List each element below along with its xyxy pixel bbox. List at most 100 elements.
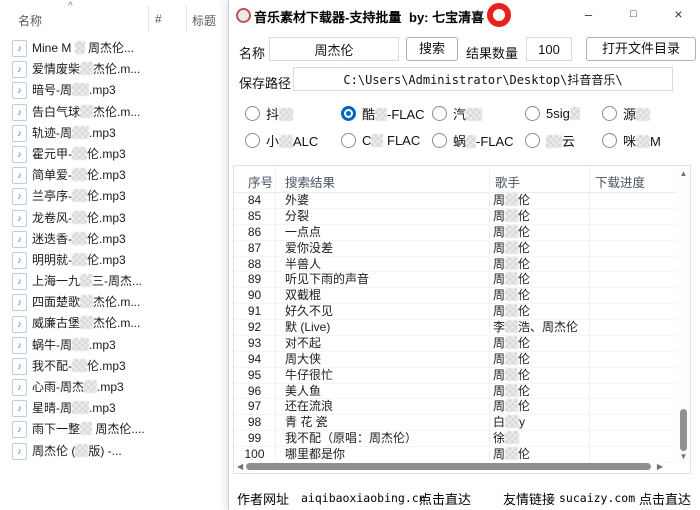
source-radio-option[interactable]: 蜗-FLAC bbox=[432, 132, 514, 148]
radio-unselected-icon[interactable] bbox=[341, 133, 356, 148]
file-item[interactable]: ♪明明就-伦.mp3 bbox=[0, 250, 222, 271]
cell-progress bbox=[589, 304, 678, 319]
file-item[interactable]: ♪兰亭序-伦.mp3 bbox=[0, 186, 222, 207]
table-row[interactable]: 89听见下雨的声音周伦 bbox=[234, 272, 678, 288]
table-row[interactable]: 93对不起周伦 bbox=[234, 336, 678, 352]
table-row[interactable]: 87爱你没差周伦 bbox=[234, 241, 678, 257]
cell-progress bbox=[589, 352, 678, 367]
file-item[interactable]: ♪暗号-周.mp3 bbox=[0, 80, 222, 101]
source-radio-option[interactable]: 抖 bbox=[245, 105, 293, 121]
file-item[interactable]: ♪心雨-周杰.mp3 bbox=[0, 377, 222, 398]
table-row[interactable]: 98青 花 瓷白y bbox=[234, 415, 678, 431]
file-item[interactable]: ♪我不配-伦.mp3 bbox=[0, 356, 222, 377]
radio-unselected-icon[interactable] bbox=[525, 106, 540, 121]
file-item[interactable]: ♪四面楚歌杰伦.m... bbox=[0, 292, 222, 313]
file-item[interactable]: ♪告白气球杰伦.m... bbox=[0, 102, 222, 123]
table-row[interactable]: 86一点点周伦 bbox=[234, 225, 678, 241]
cell-no: 92 bbox=[234, 320, 275, 335]
music-file-icon: ♪ bbox=[12, 146, 27, 163]
cell-no: 96 bbox=[234, 384, 275, 399]
cell-song-title: 美人鱼 bbox=[275, 384, 489, 399]
source-radio-option[interactable]: 云 bbox=[525, 132, 575, 148]
cell-singer: 周伦 bbox=[489, 336, 589, 351]
red-circle-logo-icon bbox=[487, 3, 511, 27]
scroll-up-icon[interactable]: ▲ bbox=[677, 169, 690, 178]
table-row[interactable]: 92默 (Live)李浩、周杰伦 bbox=[234, 320, 678, 336]
column-header-no[interactable]: 序号 bbox=[248, 172, 273, 191]
radio-unselected-icon[interactable] bbox=[432, 106, 447, 121]
radio-unselected-icon[interactable] bbox=[602, 106, 617, 121]
cell-song-title: 好久不见 bbox=[275, 304, 489, 319]
cell-song-title: 牛仔很忙 bbox=[275, 368, 489, 383]
vertical-scrollbar-thumb[interactable] bbox=[680, 409, 687, 451]
minimize-button[interactable]: – bbox=[566, 0, 611, 30]
file-item[interactable]: ♪龙卷风-伦.mp3 bbox=[0, 208, 222, 229]
source-radio-option[interactable]: 5sig bbox=[525, 105, 580, 121]
table-row[interactable]: 88半兽人周伦 bbox=[234, 257, 678, 273]
file-item[interactable]: ♪迷迭香-伦.mp3 bbox=[0, 229, 222, 250]
file-item[interactable]: ♪威廉古堡杰伦.m... bbox=[0, 313, 222, 334]
source-radio-option[interactable]: 小ALC bbox=[245, 132, 318, 148]
horizontal-scrollbar[interactable]: ◀ ▶ bbox=[235, 461, 665, 472]
radio-unselected-icon[interactable] bbox=[602, 133, 617, 148]
sort-ascending-icon: ^ bbox=[68, 1, 73, 12]
open-directory-button[interactable]: 打开文件目录 bbox=[586, 37, 696, 61]
table-row[interactable]: 84外婆周伦 bbox=[234, 193, 678, 209]
scroll-left-icon[interactable]: ◀ bbox=[237, 462, 243, 471]
search-button[interactable]: 搜索 bbox=[406, 37, 458, 61]
table-row[interactable]: 95牛仔很忙周伦 bbox=[234, 368, 678, 384]
file-item[interactable]: ♪轨迹-周.mp3 bbox=[0, 123, 222, 144]
maximize-button[interactable]: □ bbox=[611, 0, 656, 30]
column-divider[interactable] bbox=[186, 6, 187, 32]
source-radio-option[interactable]: 酷-FLAC bbox=[341, 105, 425, 121]
table-row[interactable]: 94周大侠周伦 bbox=[234, 352, 678, 368]
file-item[interactable]: ♪Mine M 周杰伦... bbox=[0, 38, 222, 59]
column-header-number[interactable]: # bbox=[155, 12, 162, 26]
file-item[interactable]: ♪上海一九三-周杰... bbox=[0, 271, 222, 292]
radio-unselected-icon[interactable] bbox=[432, 133, 447, 148]
file-item[interactable]: ♪周杰伦 (版) -... bbox=[0, 441, 222, 462]
source-radio-option[interactable]: 咪M bbox=[602, 132, 661, 148]
file-item[interactable]: ♪爱情废柴杰伦.m... bbox=[0, 59, 222, 80]
file-item[interactable]: ♪霍元甲-伦.mp3 bbox=[0, 144, 222, 165]
file-item[interactable]: ♪雨下一整 周杰伦.... bbox=[0, 419, 222, 440]
column-header-result[interactable]: 搜索结果 bbox=[285, 172, 335, 191]
source-radio-option[interactable]: 汽 bbox=[432, 105, 482, 121]
scroll-down-icon[interactable]: ▼ bbox=[677, 452, 690, 461]
save-path-input[interactable] bbox=[293, 67, 673, 91]
file-item[interactable]: ♪星晴-周.mp3 bbox=[0, 398, 222, 419]
result-count-input[interactable] bbox=[526, 37, 572, 61]
cell-progress bbox=[589, 272, 678, 287]
column-header-name[interactable]: 名称 bbox=[18, 12, 42, 29]
radio-unselected-icon[interactable] bbox=[525, 133, 540, 148]
radio-selected-icon[interactable] bbox=[341, 106, 356, 121]
radio-unselected-icon[interactable] bbox=[245, 133, 260, 148]
table-row[interactable]: 99我不配（原唱：周杰伦）徐 bbox=[234, 431, 678, 447]
scroll-right-icon[interactable]: ▶ bbox=[657, 462, 663, 471]
source-radio-option[interactable]: 源 bbox=[602, 105, 650, 121]
radio-unselected-icon[interactable] bbox=[245, 106, 260, 121]
table-row[interactable]: 85分裂周伦 bbox=[234, 209, 678, 225]
table-row[interactable]: 96美人鱼周伦 bbox=[234, 384, 678, 400]
friend-link-go[interactable]: 点击直达 bbox=[639, 489, 691, 508]
song-name-input[interactable] bbox=[269, 37, 399, 61]
file-name: 周杰伦 (版) -... bbox=[32, 441, 122, 462]
column-header-progress[interactable]: 下载进度 bbox=[595, 172, 645, 191]
column-header-singer[interactable]: 歌手 bbox=[495, 172, 520, 191]
horizontal-scrollbar-thumb[interactable] bbox=[246, 463, 651, 470]
cell-progress bbox=[589, 193, 678, 208]
vertical-scrollbar[interactable]: ▲ ▼ bbox=[677, 166, 690, 463]
file-item[interactable]: ♪蜗牛-周.mp3 bbox=[0, 335, 222, 356]
cell-no: 88 bbox=[234, 257, 275, 272]
table-row[interactable]: 90双截棍周伦 bbox=[234, 288, 678, 304]
source-radio-option[interactable]: C FLAC bbox=[341, 132, 420, 148]
author-site-link[interactable]: 点击直达 bbox=[419, 489, 471, 508]
music-file-icon: ♪ bbox=[12, 379, 27, 396]
table-row[interactable]: 97还在流浪周伦 bbox=[234, 399, 678, 415]
column-divider[interactable] bbox=[148, 6, 149, 32]
table-row[interactable]: 91好久不见周伦 bbox=[234, 304, 678, 320]
censored-text bbox=[72, 359, 87, 372]
file-item[interactable]: ♪简单爱-伦.mp3 bbox=[0, 165, 222, 186]
column-header-title[interactable]: 标题 bbox=[192, 12, 216, 29]
close-button[interactable]: × bbox=[656, 0, 700, 30]
